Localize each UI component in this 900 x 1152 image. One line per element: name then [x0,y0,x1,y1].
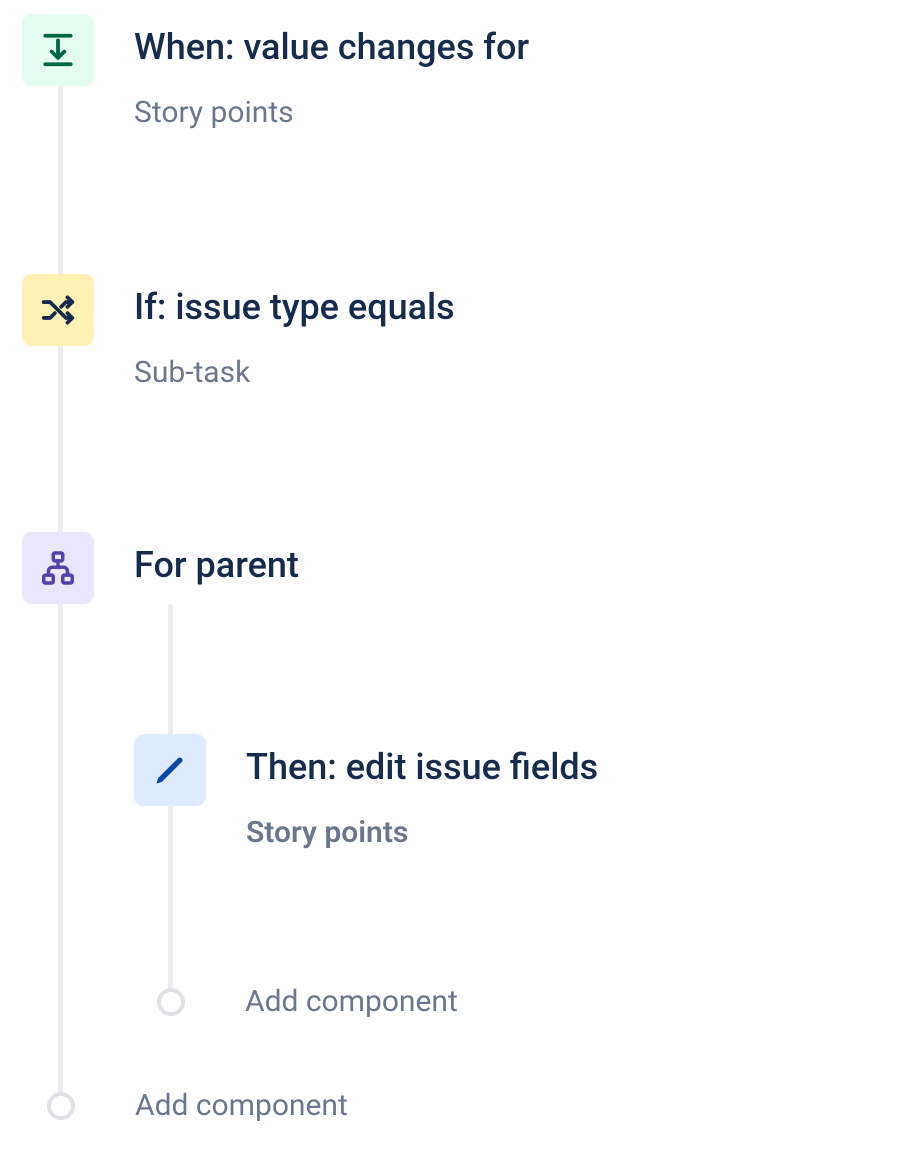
sitemap-icon [39,549,77,587]
trigger-step[interactable]: When: value changes for Story points [22,14,878,130]
trigger-title: When: value changes for [134,24,529,71]
action-step[interactable]: Then: edit issue fields Story points [134,734,900,850]
branch-icon-box [22,532,94,604]
add-circle-icon [157,988,185,1016]
pencil-icon [152,752,188,788]
trigger-icon-box [22,14,94,86]
condition-icon-box [22,274,94,346]
condition-step[interactable]: If: issue type equals Sub-task [22,274,878,390]
add-component-root-label: Add component [135,1088,348,1123]
condition-body: If: issue type equals Sub-task [134,274,455,390]
branch-step[interactable]: For parent [22,532,878,604]
add-component-root[interactable]: Add component [47,1088,348,1123]
trigger-subtitle: Story points [134,95,529,130]
action-title: Then: edit issue fields [246,744,598,791]
condition-subtitle: Sub-task [134,355,455,390]
action-icon-box [134,734,206,806]
download-to-line-icon [39,31,77,69]
shuffle-icon [39,291,77,329]
trigger-body: When: value changes for Story points [134,14,529,130]
condition-title: If: issue type equals [134,284,455,331]
action-body: Then: edit issue fields Story points [246,734,598,850]
add-component-branch-label: Add component [245,984,458,1019]
add-component-branch[interactable]: Add component [157,984,458,1019]
branch-title: For parent [134,542,299,589]
action-subtitle: Story points [246,815,598,850]
add-circle-icon [47,1092,75,1120]
branch-body: For parent [134,532,299,589]
